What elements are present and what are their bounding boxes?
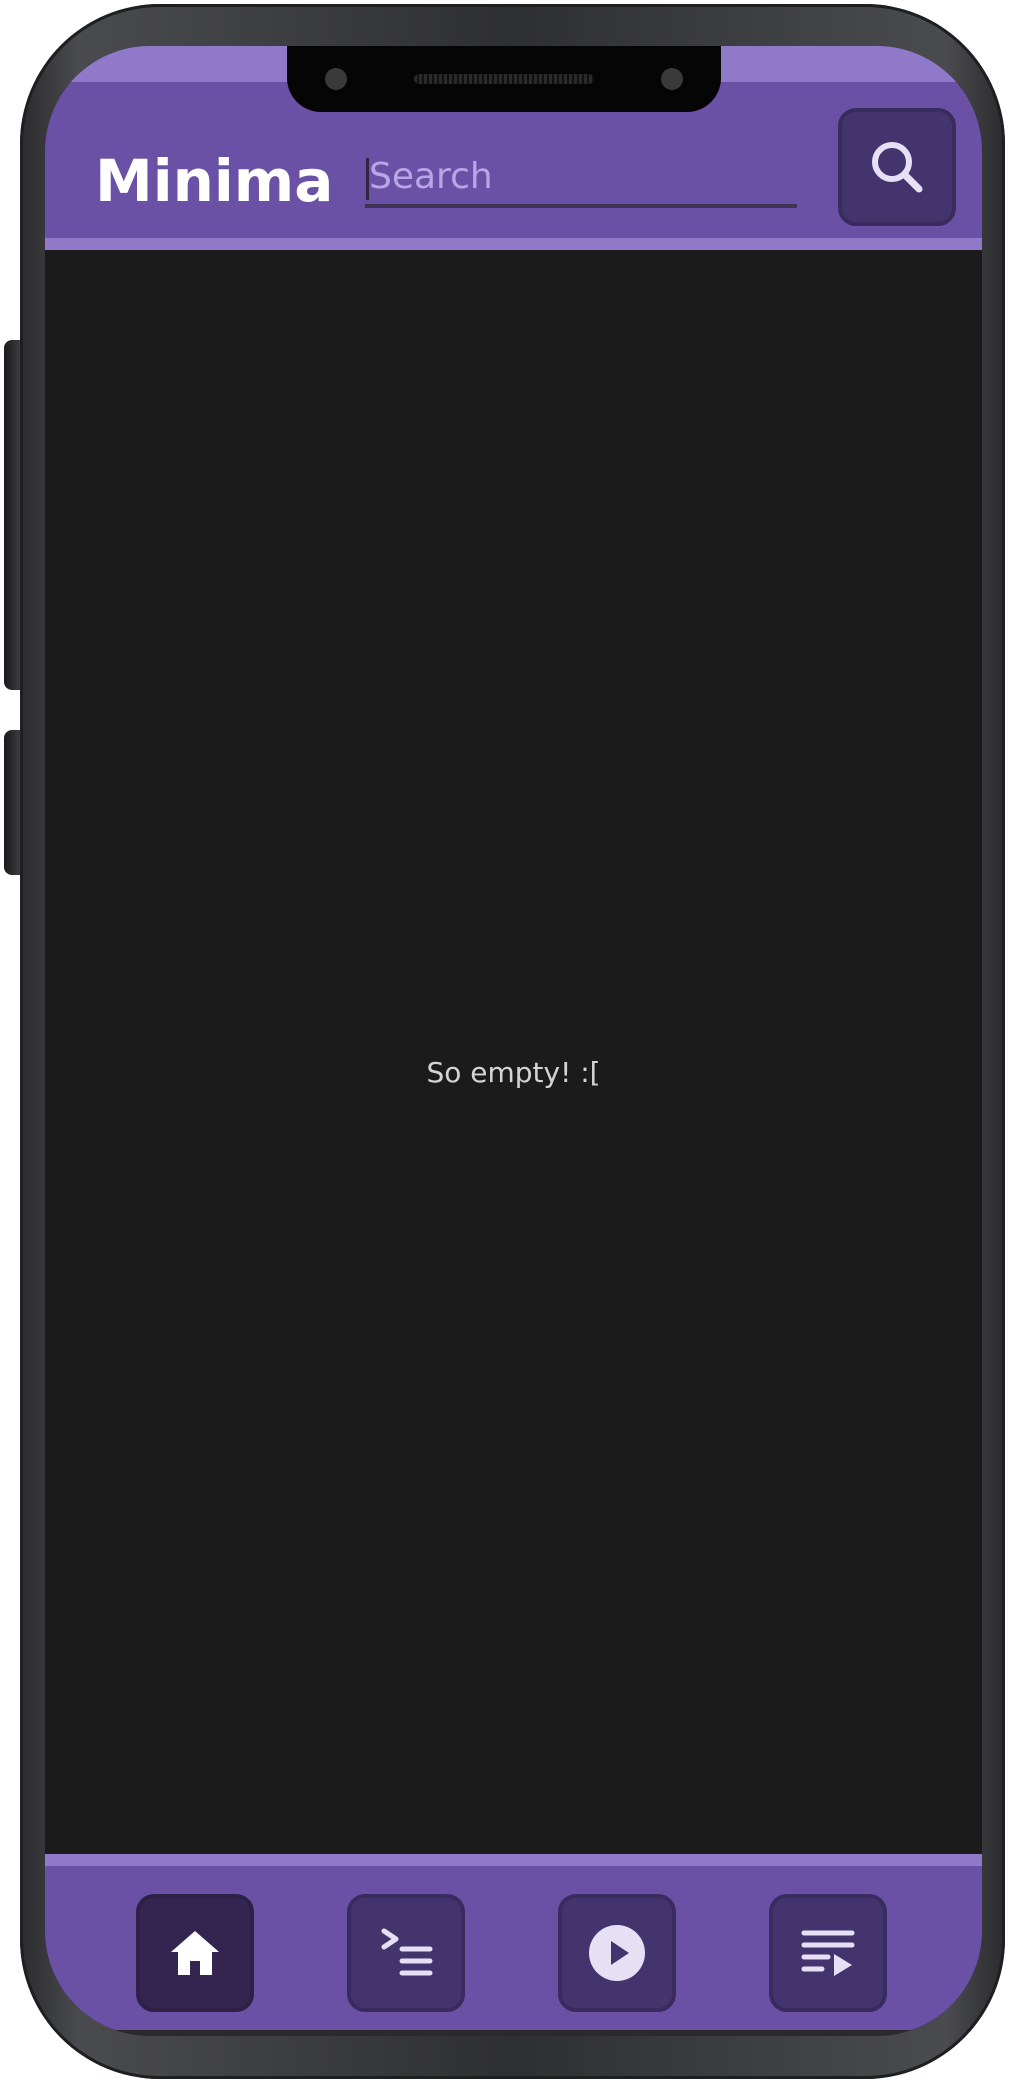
app-title: Minima xyxy=(95,147,334,215)
search-icon xyxy=(872,142,923,193)
nav-player-button[interactable] xyxy=(558,1894,676,2012)
nav-home-button[interactable] xyxy=(136,1894,254,2012)
empty-state-message: So empty! :[ xyxy=(426,1056,601,1089)
text-caret xyxy=(366,158,369,200)
power-button xyxy=(4,730,20,875)
nav-divider xyxy=(45,1854,982,1866)
nav-queue-button[interactable] xyxy=(347,1894,465,2012)
screen-bottom-edge xyxy=(45,2030,982,2036)
play-circle-icon xyxy=(589,1925,645,1981)
header-divider xyxy=(45,238,982,250)
queue-icon xyxy=(381,1928,433,1976)
search-button[interactable] xyxy=(838,108,956,226)
camera-icon xyxy=(325,68,347,90)
sensor-icon xyxy=(661,68,683,90)
playlist-play-icon xyxy=(801,1930,855,1976)
speaker-grille xyxy=(414,74,594,84)
nav-playlist-button[interactable] xyxy=(769,1894,887,2012)
bottom-navigation xyxy=(45,1854,982,2036)
app-screen: Minima So empty! :[ xyxy=(45,46,982,2036)
device-notch xyxy=(287,46,721,112)
search-input[interactable] xyxy=(365,148,797,208)
volume-button xyxy=(4,340,20,690)
app-header: Minima xyxy=(45,46,982,250)
home-icon xyxy=(171,1931,219,1975)
